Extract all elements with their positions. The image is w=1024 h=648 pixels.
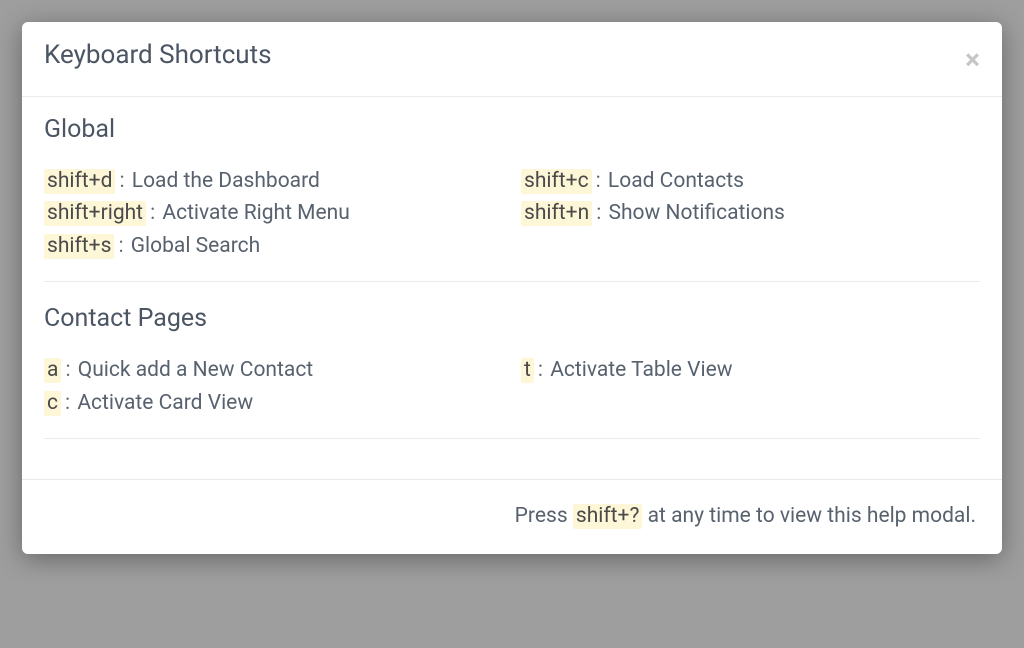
key-badge: c [44, 391, 61, 416]
shortcut-description: Quick add a New Contact [78, 358, 313, 382]
modal-footer: Press shift+? at any time to view this h… [22, 480, 1002, 554]
footer-text-suffix: at any time to view this help modal. [648, 504, 976, 528]
key-badge: t [521, 358, 534, 383]
key-badge: shift+n [521, 201, 592, 226]
modal-title: Keyboard Shortcuts [44, 40, 272, 70]
shortcut-description: Activate Card View [77, 391, 253, 415]
section-divider [44, 281, 980, 282]
shortcut-description: Global Search [131, 234, 260, 258]
shortcut-description: Load Contacts [608, 169, 744, 193]
shortcut-column-left: shift+d: Load the Dashboard shift+right:… [44, 166, 503, 263]
separator: : [146, 201, 157, 225]
modal-body: Global shift+d: Load the Dashboard shift… [22, 97, 1002, 439]
section-heading-global: Global [44, 115, 980, 144]
shortcut-item: c: Activate Card View [44, 388, 503, 418]
shortcut-item: shift+n: Show Notifications [521, 198, 980, 228]
shortcut-grid-global: shift+d: Load the Dashboard shift+right:… [44, 166, 980, 263]
shortcut-item: shift+right: Activate Right Menu [44, 198, 503, 228]
separator: : [61, 391, 72, 415]
modal-header: Keyboard Shortcuts × [22, 22, 1002, 97]
shortcut-column-left: a: Quick add a New Contact c: Activate C… [44, 355, 503, 420]
key-badge: a [44, 358, 61, 383]
key-badge: shift+s [44, 234, 114, 259]
shortcut-item: t: Activate Table View [521, 355, 980, 385]
key-badge: shift+c [521, 169, 592, 194]
shortcut-column-right: t: Activate Table View [521, 355, 980, 420]
shortcut-description: Load the Dashboard [132, 169, 320, 193]
footer-text-prefix: Press [515, 504, 573, 528]
shortcut-column-right: shift+c: Load Contacts shift+n: Show Not… [521, 166, 980, 263]
separator: : [114, 234, 125, 258]
section-heading-contact-pages: Contact Pages [44, 304, 980, 333]
shortcut-grid-contact-pages: a: Quick add a New Contact c: Activate C… [44, 355, 980, 420]
shortcut-item: a: Quick add a New Contact [44, 355, 503, 385]
separator: : [115, 169, 126, 193]
key-badge: shift+right [44, 201, 146, 226]
separator: : [61, 358, 72, 382]
shortcut-description: Activate Right Menu [162, 201, 349, 225]
close-icon[interactable]: × [965, 46, 980, 74]
separator: : [592, 201, 603, 225]
key-badge: shift+d [44, 169, 115, 194]
shortcut-item: shift+d: Load the Dashboard [44, 166, 503, 196]
section-divider [44, 438, 980, 439]
shortcut-description: Show Notifications [609, 201, 785, 225]
shortcut-item: shift+c: Load Contacts [521, 166, 980, 196]
keyboard-shortcuts-modal: Keyboard Shortcuts × Global shift+d: Loa… [22, 22, 1002, 554]
separator: : [592, 169, 603, 193]
key-badge: shift+? [573, 504, 643, 529]
separator: : [534, 358, 545, 382]
shortcut-item: shift+s: Global Search [44, 231, 503, 261]
shortcut-description: Activate Table View [550, 358, 732, 382]
